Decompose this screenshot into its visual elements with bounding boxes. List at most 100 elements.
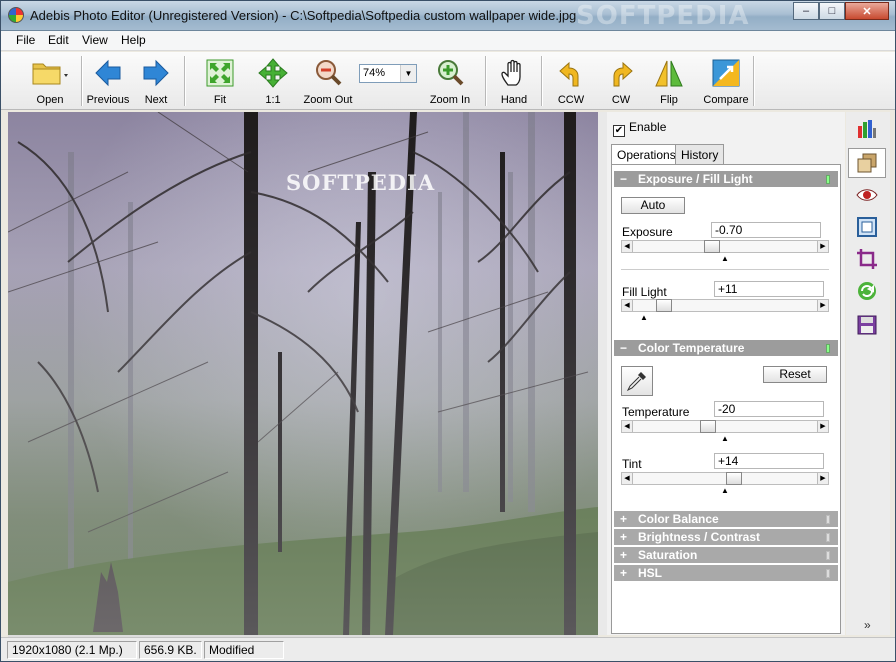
- slider-center-tick: ▲: [721, 254, 729, 263]
- maximize-button[interactable]: □: [819, 2, 845, 20]
- minimize-button[interactable]: –: [793, 2, 819, 20]
- zoom-out-button[interactable]: Zoom Out: [301, 56, 355, 108]
- zoom-in-button[interactable]: Zoom In: [425, 56, 475, 108]
- section-color-temperature-title: Color Temperature: [638, 341, 745, 355]
- save-button[interactable]: [848, 310, 886, 340]
- menu-help[interactable]: Help: [119, 33, 148, 47]
- fit-button[interactable]: Fit: [198, 56, 242, 108]
- slider-thumb[interactable]: [700, 420, 716, 433]
- rotate-ccw-icon: [559, 61, 579, 87]
- status-bar: 1920x1080 (2.1 Mp.) 656.9 KB. Modified: [1, 637, 895, 661]
- fill-light-label: Fill Light: [622, 285, 667, 299]
- hand-label: Hand: [500, 94, 528, 106]
- image-canvas[interactable]: SOFTPEDIA: [8, 112, 598, 635]
- operations-list: − Exposure / Fill Light Auto Exposure -0.…: [611, 164, 841, 634]
- slider-left-arrow-icon[interactable]: ◀: [622, 421, 633, 432]
- hand-button[interactable]: Hand: [493, 56, 535, 108]
- arrow-right-icon: [143, 59, 169, 87]
- layers-icon: [857, 153, 877, 173]
- slider-thumb[interactable]: [656, 299, 672, 312]
- rotate-cw-button[interactable]: CW: [601, 56, 641, 108]
- collapse-icon: −: [620, 341, 628, 355]
- section-exposure-title: Exposure / Fill Light: [638, 172, 753, 186]
- expand-icon: +: [620, 530, 628, 544]
- vertical-scrollbar[interactable]: [598, 112, 607, 635]
- tab-history[interactable]: History: [675, 144, 725, 164]
- slider-left-arrow-icon[interactable]: ◀: [622, 473, 633, 484]
- compare-icon: [712, 59, 740, 87]
- compare-button[interactable]: Compare: [701, 56, 751, 108]
- temperature-value[interactable]: -20: [714, 401, 824, 417]
- menu-view[interactable]: View: [80, 33, 110, 47]
- slider-right-arrow-icon[interactable]: ▶: [817, 473, 828, 484]
- hand-icon: [501, 59, 521, 86]
- open-label: Open: [36, 94, 64, 106]
- auto-button[interactable]: Auto: [621, 197, 685, 214]
- zoom-out-label: Zoom Out: [303, 94, 353, 106]
- fill-light-value[interactable]: +11: [714, 281, 824, 297]
- section-brightness-contrast-header[interactable]: + Brightness / Contrast: [614, 529, 838, 545]
- actual-size-button[interactable]: 1:1: [253, 56, 293, 108]
- section-hsl-header[interactable]: + HSL: [614, 565, 838, 581]
- section-color-temperature-header[interactable]: − Color Temperature: [614, 340, 838, 356]
- flip-button[interactable]: Flip: [649, 56, 689, 108]
- arrow-left-icon: [95, 59, 121, 87]
- open-button[interactable]: Open: [21, 56, 79, 108]
- menu-edit[interactable]: Edit: [46, 33, 71, 47]
- exposure-label: Exposure: [622, 225, 673, 239]
- slider-zero-tick: ▲: [640, 313, 648, 322]
- histogram-button[interactable]: [848, 114, 886, 144]
- adjustments-button[interactable]: [848, 148, 886, 178]
- temperature-slider[interactable]: ◀ ▶: [621, 420, 829, 433]
- status-dimensions: 1920x1080 (2.1 Mp.): [7, 641, 137, 659]
- ccw-label: CCW: [557, 94, 585, 106]
- rotate-button[interactable]: [848, 276, 886, 306]
- zoom-select[interactable]: 74% ▼: [359, 64, 417, 83]
- folder-icon: [32, 63, 68, 85]
- fit-icon: [206, 59, 234, 87]
- fit-label: Fit: [213, 94, 227, 106]
- zoom-out-icon: [316, 60, 342, 86]
- slider-right-arrow-icon[interactable]: ▶: [817, 421, 828, 432]
- exposure-value[interactable]: -0.70: [711, 222, 821, 238]
- slider-thumb[interactable]: [726, 472, 742, 485]
- zoom-value: 74%: [363, 67, 386, 79]
- flip-label: Flip: [660, 94, 678, 106]
- slider-left-arrow-icon[interactable]: ◀: [622, 241, 633, 252]
- chevron-down-icon[interactable]: ▼: [400, 65, 416, 82]
- exposure-slider[interactable]: ◀ ▶: [621, 240, 829, 253]
- fill-light-slider[interactable]: ◀ ▶: [621, 299, 829, 312]
- next-label: Next: [144, 94, 168, 106]
- section-color-balance-header[interactable]: + Color Balance: [614, 511, 838, 527]
- previous-label: Previous: [86, 94, 130, 106]
- enable-checkbox[interactable]: ✔ Enable: [613, 120, 666, 137]
- next-button[interactable]: Next: [135, 56, 177, 108]
- eyedropper-button[interactable]: [621, 366, 653, 396]
- flip-icon: [655, 60, 683, 87]
- tint-value[interactable]: +14: [714, 453, 824, 469]
- rotate-cw-icon: [613, 61, 633, 87]
- expand-more-icon[interactable]: »: [864, 618, 871, 632]
- rotate-ccw-button[interactable]: CCW: [551, 56, 591, 108]
- crop-button[interactable]: [848, 244, 886, 274]
- tab-operations[interactable]: Operations: [611, 144, 682, 165]
- previous-button[interactable]: Previous: [85, 56, 131, 108]
- slider-left-arrow-icon[interactable]: ◀: [622, 300, 633, 311]
- menu-file[interactable]: File: [14, 33, 37, 47]
- tint-slider[interactable]: ◀ ▶: [621, 472, 829, 485]
- frame-button[interactable]: [848, 212, 886, 242]
- checkbox-check-icon[interactable]: ✔: [613, 125, 625, 137]
- section-exposure-header[interactable]: − Exposure / Fill Light: [614, 171, 838, 187]
- reset-button[interactable]: Reset: [763, 366, 827, 383]
- slider-thumb[interactable]: [704, 240, 720, 253]
- section-saturation-header[interactable]: + Saturation: [614, 547, 838, 563]
- red-eye-button[interactable]: [848, 180, 886, 210]
- expand-icon: +: [620, 548, 628, 562]
- image-watermark: SOFTPEDIA: [286, 170, 436, 195]
- close-button[interactable]: ✕: [845, 2, 889, 20]
- slider-right-arrow-icon[interactable]: ▶: [817, 241, 828, 252]
- slider-right-arrow-icon[interactable]: ▶: [817, 300, 828, 311]
- compare-label: Compare: [703, 94, 749, 106]
- enable-label: Enable: [629, 120, 667, 134]
- section-hsl-title: HSL: [638, 566, 662, 580]
